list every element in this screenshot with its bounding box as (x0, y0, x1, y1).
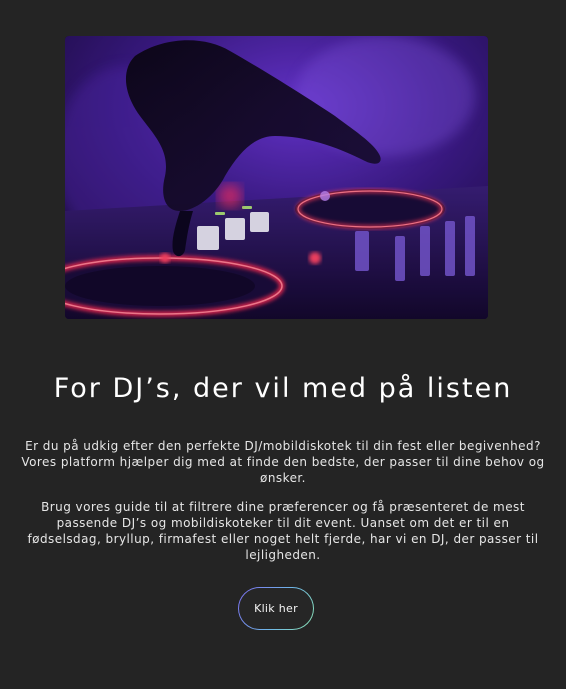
hero-image (65, 36, 488, 319)
page: For DJ’s, der vil med på listen Er du på… (0, 0, 566, 689)
klik-her-button[interactable]: Klik her (238, 587, 314, 630)
klik-her-button-label: Klik her (239, 588, 313, 629)
page-title: For DJ’s, der vil med på listen (53, 373, 513, 404)
intro-paragraph: Er du på udkig efter den perfekte DJ/mob… (21, 439, 545, 485)
dj-controller-image (65, 36, 488, 319)
guide-paragraph: Brug vores guide til at filtrere dine pr… (27, 500, 539, 562)
